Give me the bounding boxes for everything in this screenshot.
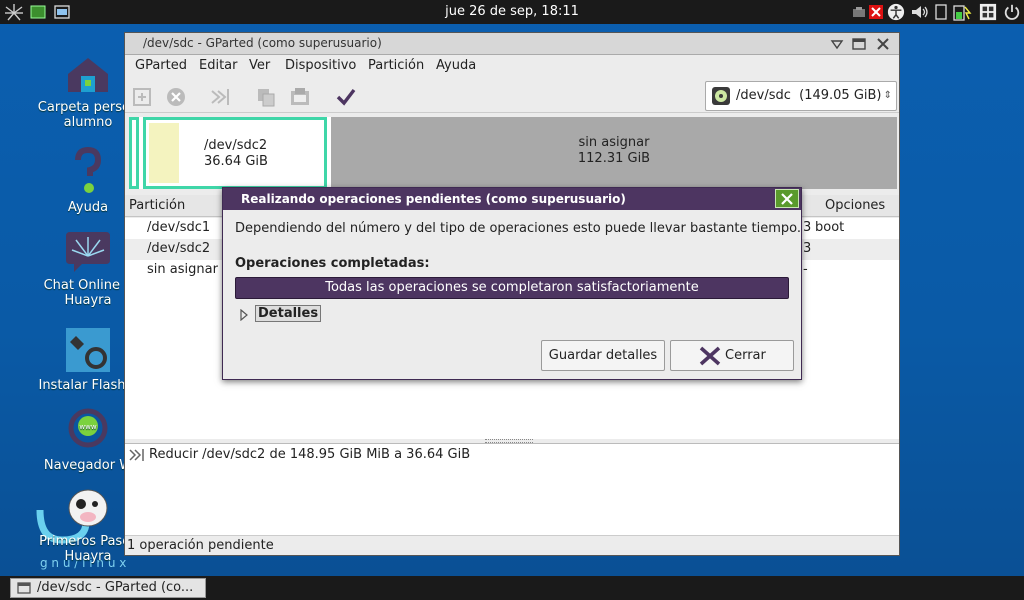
wrench-gear-icon (66, 328, 110, 372)
battery-icon[interactable] (950, 3, 972, 21)
partition-flags-partial: - (803, 262, 808, 277)
completed-operations-label: Operaciones completadas: (235, 256, 430, 271)
paste-icon[interactable] (289, 86, 311, 108)
power-icon[interactable] (1002, 3, 1022, 21)
window-menu-icon[interactable] (829, 36, 845, 52)
partition-map-sdc1[interactable] (129, 117, 139, 189)
dialog-titlebar[interactable]: Realizando operaciones pendientes (como … (223, 188, 801, 210)
partition-name: /dev/sdc2 (147, 241, 211, 256)
close-x-icon (699, 346, 721, 366)
window-title: /dev/sdc - GParted (como superusuario) (143, 36, 382, 50)
expander-arrow-icon (240, 309, 248, 321)
web-browser-icon: www (68, 408, 108, 448)
partition-name: sin asignar (147, 262, 218, 277)
network-error-icon[interactable] (868, 3, 884, 21)
partition-map-sdc2-name: /dev/sdc2 (204, 138, 268, 153)
dialog-title: Realizando operaciones pendientes (como … (241, 192, 626, 206)
chat-icon (66, 232, 110, 272)
resize-move-icon[interactable] (209, 86, 231, 108)
details-label: Detalles (255, 305, 322, 322)
apply-check-icon[interactable] (335, 86, 357, 108)
device-selector-label: /dev/sdc (149.05 GiB) (736, 88, 882, 103)
close-dialog-label: Cerrar (725, 348, 766, 363)
delete-partition-icon[interactable] (165, 86, 187, 108)
unallocated-name: sin asignar (578, 135, 650, 150)
menubar: GParted Editar Ver Dispositivo Partición… (125, 55, 899, 77)
close-dialog-button[interactable]: Cerrar (670, 340, 794, 371)
partition-flags: boot (815, 220, 845, 235)
home-folder-icon (68, 58, 108, 92)
menu-dispositivo[interactable]: Dispositivo (285, 58, 356, 73)
volume-icon[interactable] (910, 3, 930, 21)
resize-operation-icon (129, 449, 144, 461)
column-header-options[interactable]: Opciones (825, 198, 885, 213)
taskbar-window-label: /dev/sdc - GParted (co... (37, 580, 194, 595)
accessibility-icon[interactable] (886, 3, 906, 21)
toolbar: /dev/sdc (149.05 GiB) ⇕ (125, 77, 899, 113)
top-panel: jue 26 de sep, 18:11 (0, 0, 1024, 24)
close-icon (781, 193, 793, 205)
partition-flags-partial: 3 (803, 241, 812, 256)
copy-icon[interactable] (255, 86, 277, 108)
save-details-button[interactable]: Guardar detalles (541, 340, 665, 371)
window-titlebar[interactable]: /dev/sdc - GParted (como superusuario) (125, 33, 899, 55)
menu-ayuda[interactable]: Ayuda (436, 58, 476, 73)
svg-text:www: www (79, 423, 96, 431)
partition-map-sdc2[interactable]: /dev/sdc2 36.64 GiB (143, 117, 327, 189)
window-thumbnail-icon (17, 582, 31, 594)
apply-operations-dialog: Realizando operaciones pendientes (como … (222, 187, 802, 380)
progress-text: Todas las operaciones se completaron sat… (325, 280, 699, 295)
partition-map-unallocated[interactable]: sin asignar 112.31 GiB (331, 117, 897, 189)
column-header-partition[interactable]: Partición (129, 198, 185, 213)
taskbar: /dev/sdc - GParted (co... (0, 576, 1024, 600)
partition-map: /dev/sdc2 36.64 GiB sin asignar 112.31 G… (129, 117, 897, 189)
menu-gparted[interactable]: GParted (135, 58, 187, 73)
menu-particion[interactable]: Partición (368, 58, 424, 73)
pending-operation-text[interactable]: Reducir /dev/sdc2 de 148.95 GiB MiB a 36… (149, 447, 470, 462)
device-selector[interactable]: /dev/sdc (149.05 GiB) ⇕ (705, 81, 897, 111)
help-icon (75, 146, 102, 193)
partition-flags-partial: 3 (803, 220, 812, 235)
session-menu-icon[interactable] (978, 3, 998, 21)
combo-arrows-icon: ⇕ (883, 90, 892, 101)
menu-ver[interactable]: Ver (249, 58, 270, 73)
keyboard-layout-icon[interactable] (934, 3, 948, 21)
maximize-icon[interactable] (851, 36, 867, 52)
unallocated-size: 112.31 GiB (577, 151, 651, 166)
pending-operations-pane: Reducir /dev/sdc2 de 148.95 GiB MiB a 36… (125, 443, 899, 551)
dialog-message: Dependiendo del número y del tipo de ope… (235, 221, 802, 236)
close-window-icon[interactable] (875, 36, 891, 52)
partition-name: /dev/sdc1 (147, 220, 211, 235)
taskbar-window-button[interactable]: /dev/sdc - GParted (co... (10, 578, 206, 598)
partition-used-fill (149, 123, 179, 183)
statusbar: 1 operación pendiente (125, 535, 899, 555)
status-text: 1 operación pendiente (127, 538, 274, 553)
new-partition-icon[interactable] (131, 86, 153, 108)
partition-map-sdc2-size: 36.64 GiB (204, 154, 268, 169)
disk-icon (712, 87, 730, 105)
menu-editar[interactable]: Editar (199, 58, 238, 73)
dialog-close-button[interactable] (775, 189, 799, 208)
progress-bar: Todas las operaciones se completaron sat… (235, 277, 789, 299)
save-details-label: Guardar detalles (548, 348, 658, 363)
cow-mascot-icon (68, 489, 108, 527)
